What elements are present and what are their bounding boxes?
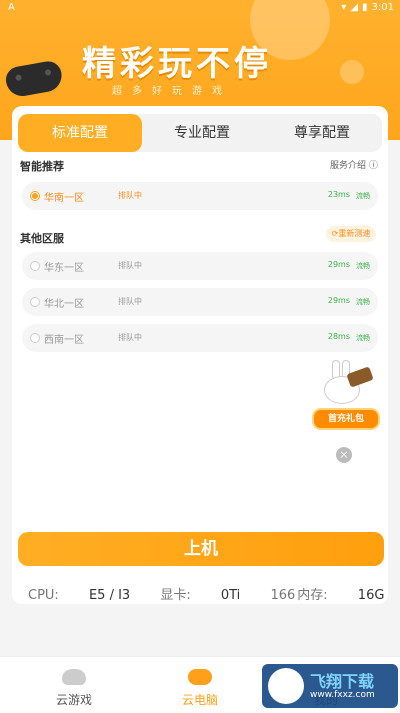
gpu-spec: 显卡: 0Ti (160, 588, 240, 603)
watermark: 飞翔下载 www.fxxz.com (262, 664, 398, 708)
close-icon[interactable]: × (336, 447, 352, 463)
server-status: 排队中 (118, 333, 142, 342)
first-recharge-gift-button[interactable]: 首充礼包 (312, 408, 380, 430)
decor-bubble (340, 60, 364, 84)
config-card: 标准配置 专业配置 尊享配置 智能推荐 服务介绍 ⓘ 华南一区 排队中 23ms… (12, 106, 388, 604)
server-quality: 流畅 (356, 192, 370, 200)
watermark-logo-icon (268, 668, 304, 704)
server-quality: 流畅 (356, 262, 370, 270)
mem-spec: 内存: 16G (297, 588, 384, 603)
server-ping: 29ms (327, 296, 350, 305)
mem-value: 16G (357, 588, 385, 603)
wifi-icon: ▾ (341, 2, 347, 13)
radio-icon (30, 261, 40, 271)
server-status: 排队中 (118, 261, 142, 270)
cpu-value: E5 / I3 (88, 588, 131, 603)
radio-icon (30, 297, 40, 307)
cpu-spec: CPU: E5 / I3 (28, 588, 130, 603)
server-row[interactable]: 西南一区 排队中 28ms 流畅 (22, 324, 378, 352)
gamepad-icon (188, 669, 212, 685)
gamepad-illustration (3, 59, 65, 99)
server-name: 华北一区 (44, 299, 84, 310)
watermark-url: www.fxxz.com (310, 690, 375, 700)
nav-cloud-pc[interactable]: 云电脑 (150, 657, 250, 713)
status-left: A (8, 2, 15, 13)
server-quality: 流畅 (356, 334, 370, 342)
service-intro-link[interactable]: 服务介绍 ⓘ (330, 158, 378, 171)
status-right: ▾ ◢ ▮ 3:01 (341, 2, 394, 13)
machine-specs: CPU: E5 / I3 显卡: 0Ti 166 内存: 16G (28, 584, 400, 603)
nav-cloud-games[interactable]: 云游戏 (24, 657, 124, 713)
mem-label: 内存: (297, 588, 328, 603)
server-status: 排队中 (118, 297, 142, 306)
server-row-recommended[interactable]: 华南一区 排队中 23ms 流畅 (22, 182, 378, 210)
server-ping: 23ms (327, 190, 350, 199)
tab-professional[interactable]: 专业配置 (142, 114, 262, 152)
cloud-icon (62, 669, 86, 685)
launch-button[interactable]: 上机 (18, 532, 384, 566)
hero-title: 精彩玩不停 (82, 44, 272, 84)
recommend-label: 智能推荐 (20, 160, 64, 173)
server-name: 华东一区 (44, 263, 84, 274)
config-tabs: 标准配置 专业配置 尊享配置 (18, 114, 382, 152)
watermark-brand: 飞翔下载 (310, 672, 375, 691)
nav-label: 云游戏 (55, 693, 92, 707)
gpu-extra: 166 (270, 588, 296, 603)
nav-label: 云电脑 (181, 693, 218, 707)
server-quality: 流畅 (356, 298, 370, 306)
hammer-icon (346, 366, 374, 388)
radio-icon (30, 333, 40, 343)
server-name: 西南一区 (44, 335, 84, 346)
server-ping: 28ms (327, 332, 350, 341)
tab-standard[interactable]: 标准配置 (18, 114, 142, 152)
status-bar: A ▾ ◢ ▮ 3:01 (0, 0, 400, 16)
signal-icon: ◢ (350, 2, 359, 13)
server-status: 排队中 (118, 191, 142, 200)
server-row[interactable]: 华东一区 排队中 29ms 流畅 (22, 252, 378, 280)
cpu-label: CPU: (28, 588, 59, 603)
server-ping: 29ms (327, 260, 350, 269)
hero-subtitle: 超多好玩游戏 (112, 86, 232, 97)
retest-button[interactable]: ⟳重新测速 (326, 226, 376, 242)
gpu-value: 0Ti (220, 588, 241, 603)
battery-icon: ▮ (362, 2, 368, 13)
other-servers-label: 其他区服 (20, 232, 64, 245)
radio-icon (30, 191, 40, 201)
status-time: 3:01 (371, 2, 394, 13)
server-row[interactable]: 华北一区 排队中 29ms 流畅 (22, 288, 378, 316)
gpu-label: 显卡: (160, 588, 191, 603)
tab-premium[interactable]: 尊享配置 (262, 114, 382, 152)
server-name: 华南一区 (44, 193, 84, 204)
